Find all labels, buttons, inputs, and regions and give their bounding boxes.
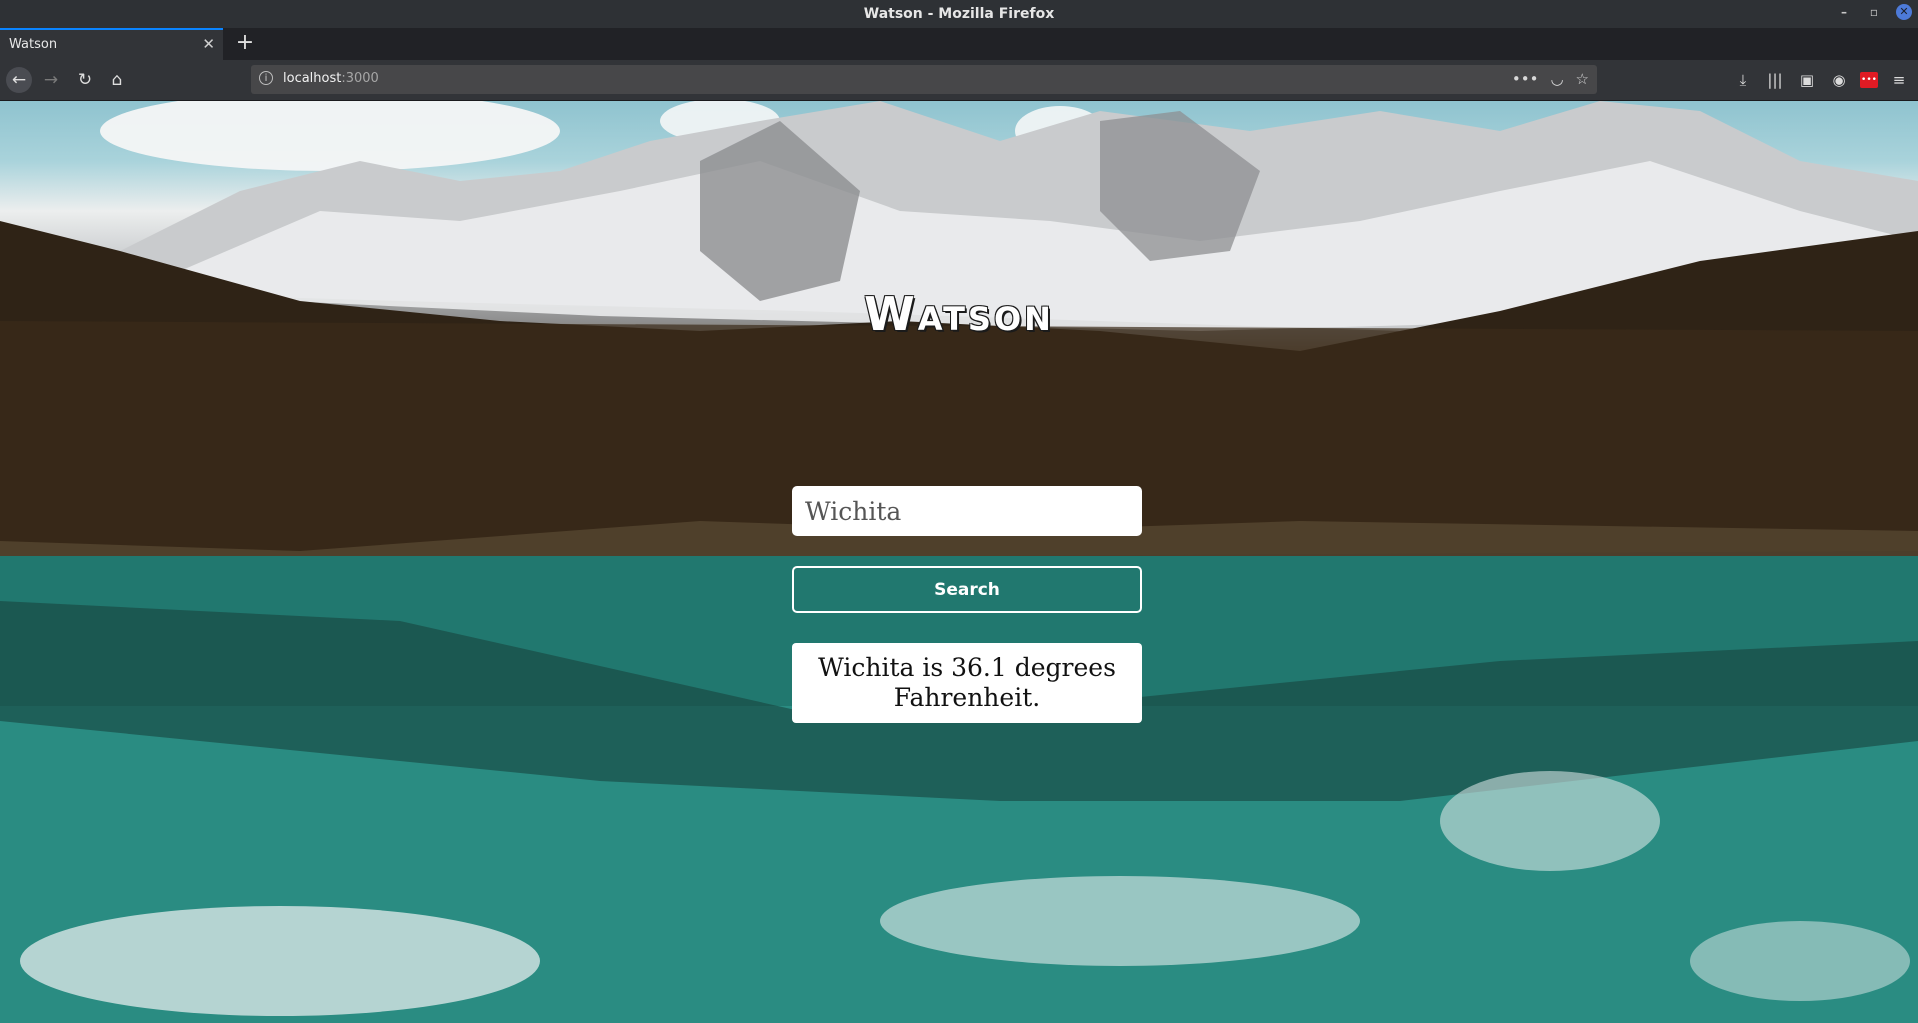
sidebar-icon[interactable]: ▣: [1796, 67, 1818, 93]
window-titlebar: Watson - Mozilla Firefox – ▫ ✕: [0, 0, 1918, 28]
downloads-icon[interactable]: ⤓: [1732, 67, 1754, 93]
tab-title: Watson: [9, 37, 58, 52]
url-text[interactable]: localhost:3000: [283, 71, 379, 86]
minimize-icon[interactable]: –: [1836, 4, 1852, 20]
extension-icon[interactable]: •••: [1860, 72, 1878, 88]
close-window-icon[interactable]: ✕: [1896, 4, 1912, 20]
weather-result: Wichita is 36.1 degrees Fahrenheit.: [792, 643, 1142, 723]
toolbar-right: ⤓ ||| ▣ ◉ ••• ≡: [1732, 67, 1918, 93]
library-icon[interactable]: |||: [1764, 67, 1786, 93]
search-button[interactable]: Search: [792, 566, 1142, 613]
url-bar[interactable]: i localhost:3000 ••• ◡ ☆: [251, 65, 1597, 94]
page-actions: ••• ◡ ☆: [1512, 69, 1589, 89]
pocket-icon[interactable]: ◡: [1550, 69, 1563, 89]
reload-button[interactable]: ↻: [72, 67, 98, 93]
back-button[interactable]: ←: [6, 67, 32, 93]
maximize-icon[interactable]: ▫: [1866, 4, 1882, 20]
account-icon[interactable]: ◉: [1828, 67, 1850, 93]
forward-button[interactable]: →: [38, 67, 64, 93]
menu-icon[interactable]: ≡: [1888, 67, 1910, 93]
tab-strip: Watson ✕ +: [0, 28, 1918, 60]
window-title: Watson - Mozilla Firefox: [863, 6, 1055, 22]
bookmark-star-icon[interactable]: ☆: [1576, 69, 1589, 89]
home-button[interactable]: ⌂: [104, 67, 130, 93]
mountain-lake-photo: [0, 101, 1918, 1023]
page-viewport: Watson Search Wichita is 36.1 degrees Fa…: [0, 101, 1918, 1023]
navigation-toolbar: ← → ↻ ⌂ i localhost:3000 ••• ◡ ☆ ⤓ ||| ▣…: [0, 60, 1918, 101]
page-actions-more-icon[interactable]: •••: [1512, 69, 1539, 89]
tab-watson[interactable]: Watson ✕: [0, 28, 223, 60]
url-host: localhost: [283, 71, 342, 86]
new-tab-button[interactable]: +: [232, 30, 258, 56]
city-search-input[interactable]: [792, 486, 1142, 536]
site-info-icon[interactable]: i: [259, 71, 273, 85]
app-title: Watson: [864, 287, 1054, 341]
window-controls: – ▫ ✕: [1836, 4, 1912, 20]
url-port: :3000: [341, 71, 379, 86]
tab-close-icon[interactable]: ✕: [202, 35, 215, 53]
